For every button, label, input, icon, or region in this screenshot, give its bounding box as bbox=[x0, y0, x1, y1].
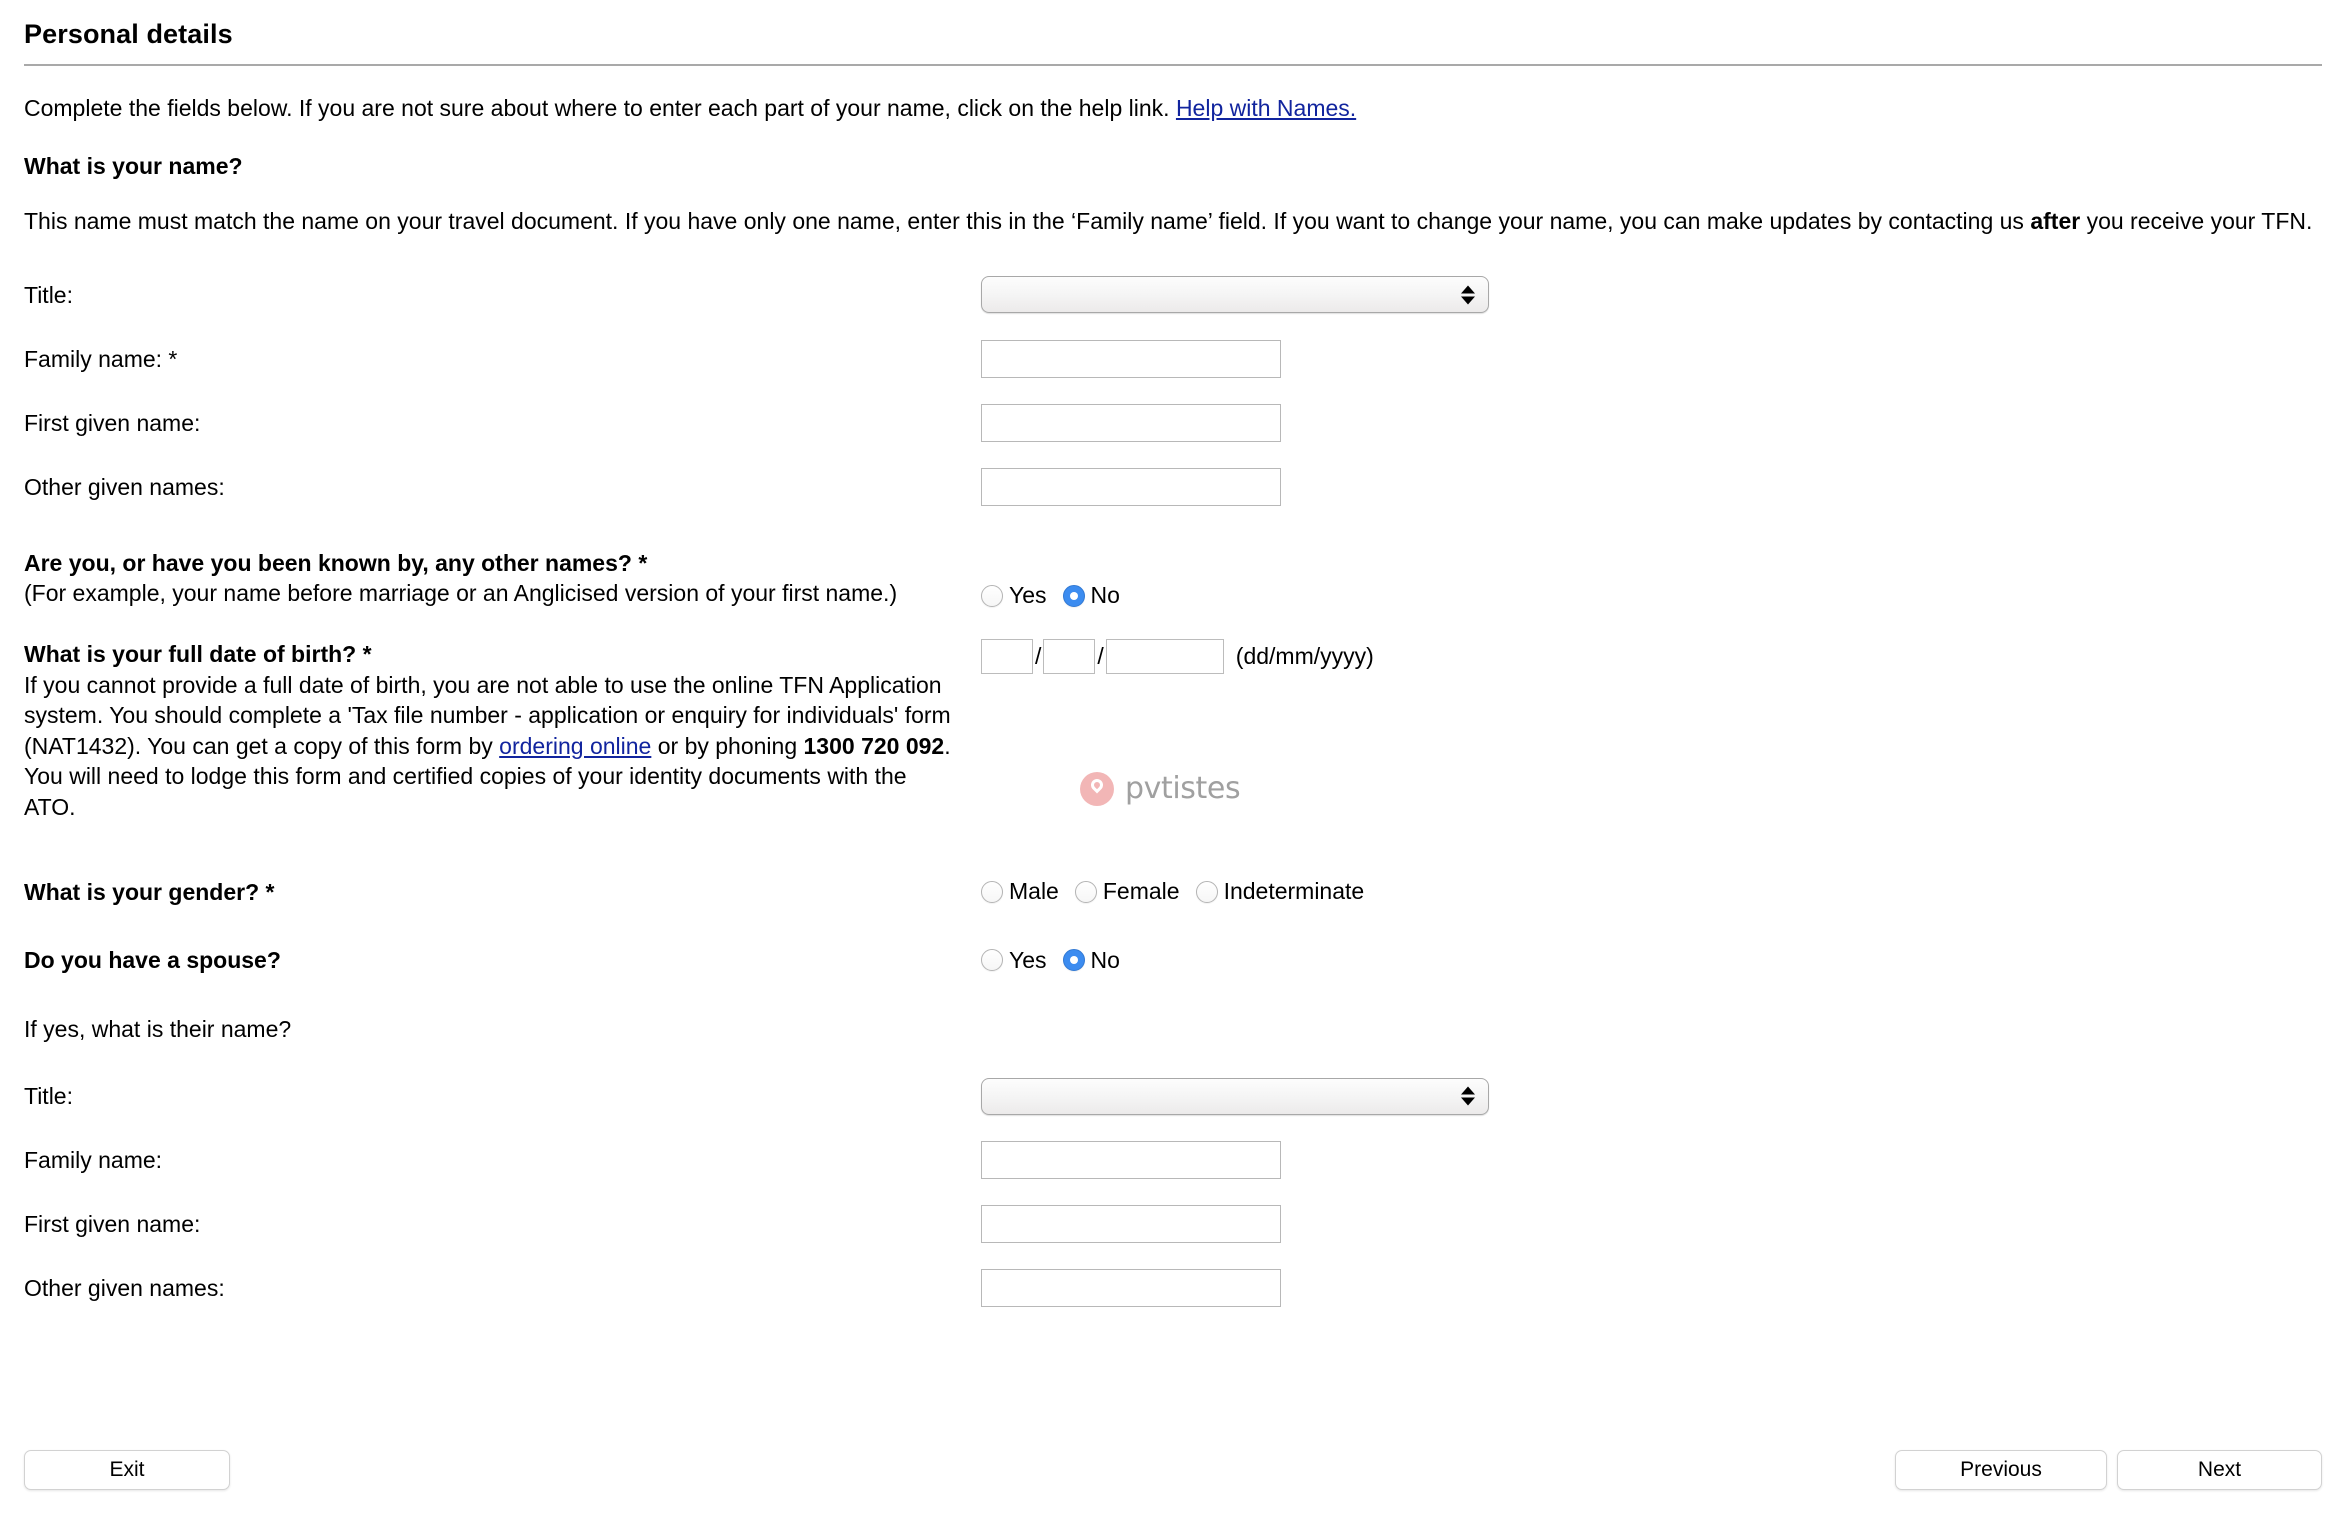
spouse-radio-yes[interactable]: Yes bbox=[981, 947, 1047, 974]
radio-circle-icon bbox=[981, 584, 1003, 607]
gender-question-text: What is your gender? * bbox=[24, 878, 275, 905]
radio-circle-icon bbox=[1074, 880, 1097, 903]
spouse-answer: Yes No bbox=[981, 947, 1120, 974]
spouse-first-given-name-input[interactable] bbox=[981, 1205, 1281, 1244]
label-spouse-family-name: Family name: bbox=[24, 1147, 163, 1174]
pvtistes-watermark: pvtistes bbox=[1080, 771, 1241, 806]
title-select-wrap bbox=[981, 276, 1489, 314]
dob-help-part2: or by phoning bbox=[651, 732, 804, 759]
pvtistes-logo-icon bbox=[1080, 771, 1114, 806]
name-desc-part1: This name must match the name on your tr… bbox=[24, 208, 2031, 235]
name-section-heading: What is your name? bbox=[24, 153, 243, 180]
family-name-input[interactable] bbox=[981, 339, 1281, 378]
label-other-given-names: Other given names: bbox=[24, 473, 225, 500]
intro-paragraph: Complete the fields below. If you are no… bbox=[24, 94, 2322, 124]
field-row-first-given-name: First given name: bbox=[24, 402, 2322, 444]
other-given-names-input[interactable] bbox=[981, 467, 1281, 506]
previous-button[interactable]: Previous bbox=[1895, 1450, 2107, 1490]
spouse-radio-no[interactable]: No bbox=[1062, 946, 1120, 974]
gender-radio-male[interactable]: Male bbox=[981, 878, 1059, 905]
field-row-spouse-first-given-name: First given name: bbox=[24, 1203, 2322, 1245]
dob-question-text: What is your full date of birth? * bbox=[24, 641, 372, 668]
field-row-other-given-names: Other given names: bbox=[24, 466, 2322, 508]
spouse-no-label: No bbox=[1090, 946, 1120, 973]
dob-help-phone: 1300 720 092 bbox=[803, 732, 945, 759]
dob-format-hint: (dd/mm/yyyy) bbox=[1235, 643, 1374, 670]
gender-indeterminate-label: Indeterminate bbox=[1223, 878, 1365, 905]
ordering-online-link[interactable]: ordering online bbox=[499, 733, 651, 759]
help-with-names-link[interactable]: Help with Names. bbox=[1176, 95, 1356, 121]
dob-separator-2: / bbox=[1097, 643, 1104, 670]
next-button[interactable]: Next bbox=[2117, 1450, 2322, 1490]
spouse-radio-group: Yes No bbox=[981, 947, 1120, 974]
radio-circle-icon bbox=[981, 880, 1003, 903]
spouse-family-name-input[interactable] bbox=[981, 1141, 1281, 1180]
other-names-block: Are you, or have you been known by, any … bbox=[24, 548, 2322, 609]
name-desc-bold: after bbox=[2030, 208, 2081, 235]
page-title: Personal details bbox=[24, 19, 233, 49]
navigation-button-group: Previous Next bbox=[1895, 1450, 2322, 1490]
gender-question: What is your gender? * bbox=[24, 877, 981, 908]
label-spouse-other-given-names: Other given names: bbox=[24, 1275, 225, 1302]
gender-male-label: Male bbox=[1009, 878, 1059, 905]
form-navigation-bar: Exit Previous Next bbox=[24, 1450, 2322, 1490]
title-divider bbox=[24, 64, 2322, 67]
other-names-yes-label: Yes bbox=[1009, 582, 1047, 609]
field-row-spouse-title: Title: bbox=[24, 1075, 2322, 1117]
label-title: Title: bbox=[24, 281, 73, 308]
spouse-sub-prompt: If yes, what is their name? bbox=[24, 1015, 292, 1042]
other-names-radio-group: Yes No bbox=[981, 582, 1120, 609]
dob-question: What is your full date of birth? * If yo… bbox=[24, 639, 981, 822]
title-select[interactable] bbox=[981, 276, 1489, 314]
field-row-spouse-other-given-names: Other given names: bbox=[24, 1267, 2322, 1309]
other-names-radio-no[interactable]: No bbox=[1062, 582, 1120, 609]
dob-input-row: / / (dd/mm/yyyy) bbox=[981, 639, 1374, 675]
spouse-title-select[interactable] bbox=[981, 1077, 1489, 1115]
label-spouse-first-given-name: First given name: bbox=[24, 1211, 201, 1238]
radio-circle-selected-icon bbox=[1062, 584, 1085, 607]
field-row-title: Title: bbox=[24, 274, 2322, 316]
first-given-name-input[interactable] bbox=[981, 403, 1281, 442]
dob-day-input[interactable] bbox=[981, 639, 1033, 675]
dob-separator-1: / bbox=[1035, 643, 1042, 670]
label-spouse-title: Title: bbox=[24, 1083, 73, 1110]
spouse-question: Do you have a spouse? bbox=[24, 945, 981, 976]
field-row-family-name: Family name: * bbox=[24, 338, 2322, 380]
intro-text: Complete the fields below. If you are no… bbox=[24, 95, 1176, 122]
other-names-question-text: Are you, or have you been known by, any … bbox=[24, 549, 648, 576]
dob-inputs: / / (dd/mm/yyyy) bbox=[981, 639, 1374, 675]
spouse-yes-label: Yes bbox=[1009, 946, 1047, 973]
dob-help-text: If you cannot provide a full date of bir… bbox=[24, 670, 951, 823]
spouse-title-select-wrap bbox=[981, 1077, 1489, 1115]
other-names-no-label: No bbox=[1090, 582, 1120, 609]
gender-radio-female[interactable]: Female bbox=[1074, 878, 1180, 905]
pvtistes-watermark-text: pvtistes bbox=[1125, 771, 1241, 806]
gender-radio-group: Male Female Indeterminate bbox=[981, 878, 1364, 905]
label-family-name: Family name: * bbox=[24, 345, 178, 372]
label-first-given-name: First given name: bbox=[24, 409, 201, 436]
dob-month-input[interactable] bbox=[1043, 639, 1096, 675]
gender-answer: Male Female Indeterminate bbox=[981, 878, 1364, 905]
name-section-description: This name must match the name on your tr… bbox=[24, 206, 2314, 238]
gender-female-label: Female bbox=[1102, 878, 1180, 905]
field-row-spouse-family-name: Family name: bbox=[24, 1139, 2322, 1181]
personal-details-page: Personal details Complete the fields bel… bbox=[0, 18, 2346, 1516]
gender-radio-indeterminate[interactable]: Indeterminate bbox=[1195, 878, 1365, 905]
other-names-answer: Yes No bbox=[981, 582, 1120, 609]
exit-button[interactable]: Exit bbox=[24, 1450, 230, 1490]
other-names-radio-yes[interactable]: Yes bbox=[981, 582, 1047, 609]
dob-year-input[interactable] bbox=[1105, 639, 1224, 675]
radio-circle-selected-icon bbox=[1062, 949, 1085, 972]
other-names-question: Are you, or have you been known by, any … bbox=[24, 548, 981, 609]
other-names-question-sub: (For example, your name before marriage … bbox=[24, 580, 898, 607]
spouse-question-text: Do you have a spouse? bbox=[24, 947, 281, 974]
spouse-block: Do you have a spouse? Yes No bbox=[24, 945, 2322, 976]
gender-block: What is your gender? * Male Female Indet… bbox=[24, 877, 2322, 908]
radio-circle-icon bbox=[1195, 880, 1218, 903]
spouse-other-given-names-input[interactable] bbox=[981, 1269, 1281, 1308]
name-desc-part2: you receive your TFN. bbox=[2080, 208, 2313, 235]
radio-circle-icon bbox=[981, 949, 1003, 972]
